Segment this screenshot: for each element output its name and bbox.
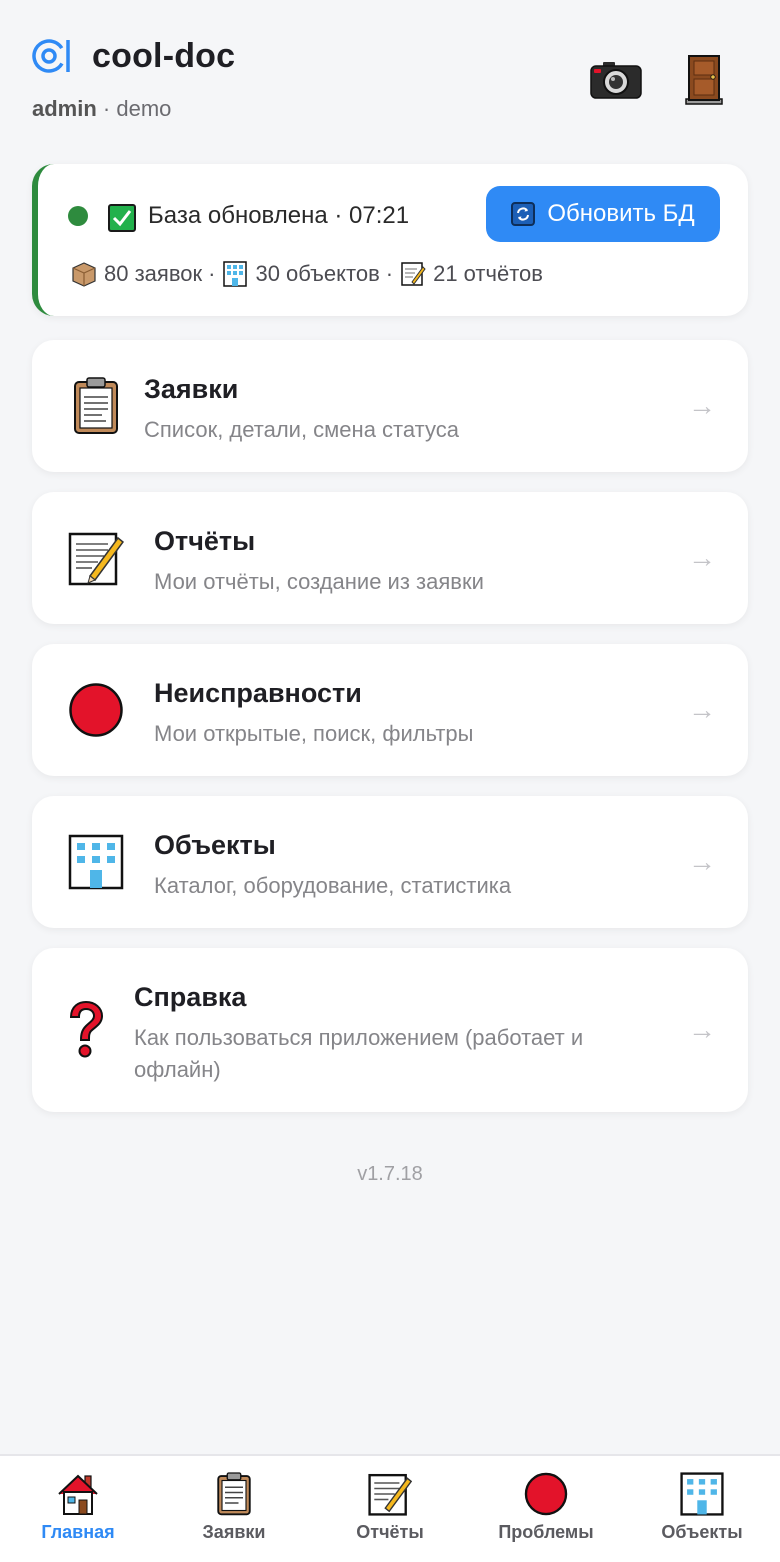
tab-label: Отчёты <box>356 1522 424 1542</box>
memo-icon <box>68 530 124 586</box>
db-status-card: База обновлена · 07:21 Обновить БД 80 за… <box>32 164 748 316</box>
user-info: admin · demo <box>32 96 171 122</box>
arrow-right-icon: → <box>688 390 716 421</box>
camera-button[interactable] <box>588 52 644 108</box>
bottom-tab-bar: Главная Заявки Отчёты Проблемы Объекты <box>0 1454 780 1562</box>
menu-subtitle: Мои открытые, поиск, фильтры <box>154 721 474 746</box>
question-icon <box>56 1000 116 1058</box>
arrow-right-icon: → <box>688 1014 716 1045</box>
building-icon <box>68 834 124 890</box>
menu-subtitle: Каталог, оборудование, статистика <box>154 873 512 898</box>
user-separator: · <box>102 96 111 121</box>
memo-icon <box>399 260 427 288</box>
tab-problems[interactable]: Проблемы <box>468 1456 624 1562</box>
tab-reports[interactable]: Отчёты <box>312 1456 468 1562</box>
stat-requests: 80 заявок <box>104 261 203 286</box>
house-icon <box>56 1470 100 1518</box>
building-icon <box>680 1470 724 1518</box>
tab-label: Заявки <box>202 1522 266 1542</box>
arrow-right-icon: → <box>688 846 716 877</box>
menu-title: Справка <box>134 982 247 1012</box>
clipboard-icon <box>212 1470 256 1518</box>
tab-requests[interactable]: Заявки <box>156 1456 312 1562</box>
menu-title: Отчёты <box>154 526 256 556</box>
menu-subtitle: Мои отчёты, создание из заявки <box>154 569 484 594</box>
menu-objects[interactable]: Объекты Каталог, оборудование, статистик… <box>32 796 748 928</box>
stat-reports: 21 отчётов <box>433 261 543 286</box>
tab-objects[interactable]: Объекты <box>624 1456 780 1562</box>
building-icon <box>221 260 249 288</box>
menu-reports[interactable]: Отчёты Мои отчёты, создание из заявки → <box>32 492 748 624</box>
username: admin <box>32 96 97 121</box>
stat-separator: · <box>208 261 216 286</box>
red-circle-icon <box>68 682 124 738</box>
memo-icon <box>368 1470 412 1518</box>
door-icon <box>685 55 723 105</box>
db-status-text: База обновлена · 07:21 <box>148 202 410 229</box>
menu-subtitle: Как пользоваться приложением (работает и… <box>134 1025 584 1082</box>
package-icon <box>70 260 98 288</box>
logout-button[interactable] <box>676 52 732 108</box>
workspace-name: demo <box>116 96 172 121</box>
menu-faults[interactable]: Неисправности Мои открытые, поиск, фильт… <box>32 644 748 776</box>
app-header: cool-doc admin · demo <box>32 30 748 130</box>
tab-label: Главная <box>41 1522 115 1542</box>
menu-title: Неисправности <box>154 678 362 708</box>
arrow-right-icon: → <box>688 542 716 573</box>
brand: cool-doc <box>32 36 235 76</box>
menu-subtitle: Список, детали, смена статуса <box>144 417 459 442</box>
db-stats: 80 заявок · 30 объектов · 21 отчётов <box>70 260 543 288</box>
stat-separator: · <box>385 261 394 286</box>
red-circle-icon <box>524 1470 568 1518</box>
logo-icon <box>32 39 70 73</box>
menu-title: Заявки <box>144 374 239 404</box>
tab-label: Объекты <box>661 1522 743 1542</box>
refresh-db-label: Обновить БД <box>547 200 695 227</box>
tab-label: Проблемы <box>498 1522 594 1542</box>
status-indicator <box>68 206 88 226</box>
menu-title: Объекты <box>154 830 276 860</box>
app-title: cool-doc <box>92 36 236 75</box>
check-icon <box>108 204 136 232</box>
tab-home[interactable]: Главная <box>0 1456 156 1562</box>
camera-icon <box>590 62 642 99</box>
menu-requests[interactable]: Заявки Список, детали, смена статуса → <box>32 340 748 472</box>
refresh-icon <box>511 202 536 226</box>
arrow-right-icon: → <box>688 694 716 725</box>
menu-help[interactable]: Справка Как пользоваться приложением (ра… <box>32 948 748 1112</box>
clipboard-icon <box>68 377 124 434</box>
stat-objects: 30 объектов <box>255 261 380 286</box>
refresh-db-button[interactable]: Обновить БД <box>486 186 720 242</box>
app-version: v1.7.18 <box>357 1163 423 1185</box>
